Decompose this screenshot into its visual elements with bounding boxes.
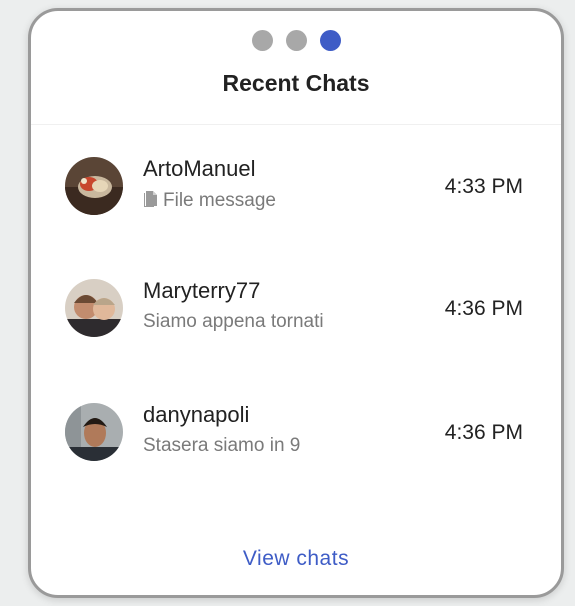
message-preview: Siamo appena tornati <box>143 311 324 333</box>
page-dot-3-active[interactable] <box>320 30 341 51</box>
message-preview-text: Stasera siamo in 9 <box>143 435 301 456</box>
message-time: 4:36 PM <box>444 297 523 320</box>
chat-row-danynapoli[interactable]: danynapoli Stasera siamo in 9 4:36 PM <box>31 402 561 483</box>
avatar <box>65 279 123 337</box>
avatar <box>65 403 123 461</box>
chat-row-artomanuel[interactable]: ArtoManuel File message 4:33 PM <box>31 156 561 237</box>
avatar <box>65 157 123 215</box>
message-preview: Stasera siamo in 9 <box>143 435 300 457</box>
page-dot-1[interactable] <box>252 30 273 51</box>
message-time: 4:36 PM <box>444 421 523 444</box>
file-icon <box>143 189 160 213</box>
message-time: 4:33 PM <box>444 175 523 198</box>
page-indicator <box>252 30 341 51</box>
message-preview-text: Siamo appena tornati <box>143 311 324 332</box>
card-title: Recent Chats <box>222 70 370 96</box>
message-preview: File message <box>143 189 276 213</box>
page-dot-2[interactable] <box>286 30 307 51</box>
contact-name: ArtoManuel <box>143 156 256 181</box>
view-chats-link[interactable]: View chats <box>31 547 561 571</box>
chat-row-maryterry77[interactable]: Maryterry77 Siamo appena tornati 4:36 PM <box>31 278 561 359</box>
contact-name: Maryterry77 <box>143 278 261 303</box>
recent-chats-card: Recent Chats ArtoManuel File message 4:3… <box>28 8 564 598</box>
message-preview-text: File message <box>163 190 276 211</box>
divider <box>31 124 561 125</box>
contact-name: danynapoli <box>143 402 250 427</box>
